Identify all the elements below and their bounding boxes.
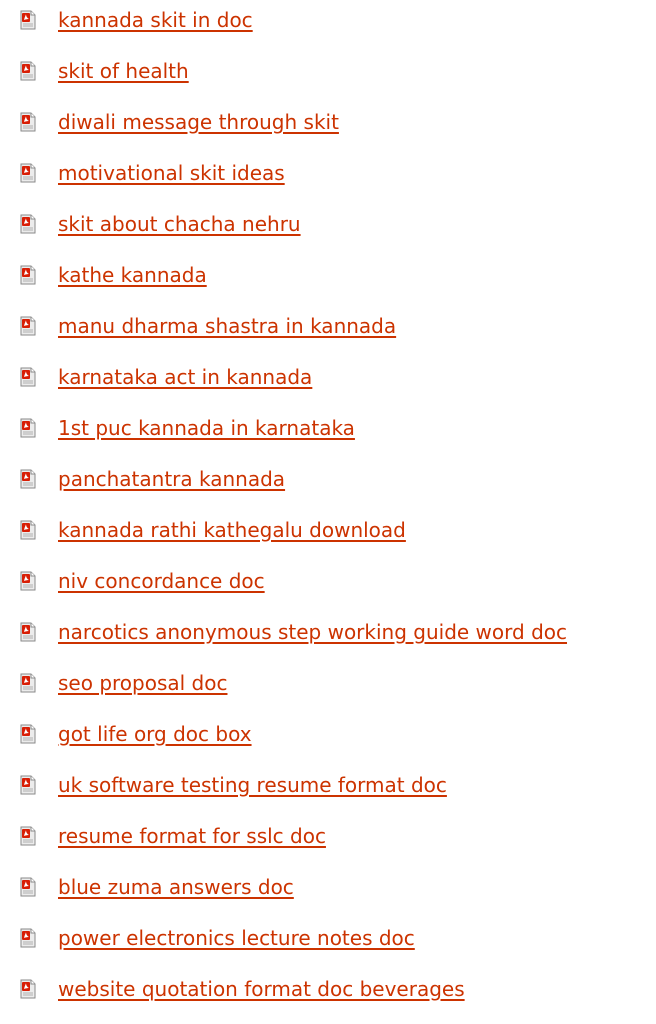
pdf-document-icon [20,316,36,335]
document-link[interactable]: seo proposal doc [58,671,227,695]
list-item: seo proposal doc [0,657,656,708]
list-item: got life org doc box [0,708,656,759]
pdf-document-icon [20,418,36,437]
document-link[interactable]: panchatantra kannada [58,467,285,491]
document-link[interactable]: manu dharma shastra in kannada [58,314,396,338]
list-item: niv concordance doc [0,555,656,606]
pdf-document-icon [20,775,36,794]
pdf-document-icon [20,214,36,233]
list-item: skit about chacha nehru [0,198,656,249]
document-link[interactable]: 1st puc kannada in karnataka [58,416,355,440]
list-item: resume format for sslc doc [0,810,656,861]
list-item: power electronics lecture notes doc [0,912,656,963]
document-link[interactable]: narcotics anonymous step working guide w… [58,620,567,644]
document-link[interactable]: motivational skit ideas [58,161,285,185]
list-item: karnataka act in kannada [0,351,656,402]
document-link[interactable]: blue zuma answers doc [58,875,294,899]
pdf-document-icon [20,928,36,947]
document-link[interactable]: resume format for sslc doc [58,824,326,848]
pdf-document-icon [20,10,36,29]
pdf-document-icon [20,61,36,80]
pdf-document-icon [20,877,36,896]
pdf-document-icon [20,571,36,590]
list-item: kathe kannada [0,249,656,300]
list-item: blue zuma answers doc [0,861,656,912]
document-link-list: kannada skit in doc skit of health diwal… [0,0,656,1014]
pdf-document-icon [20,622,36,641]
document-link[interactable]: power electronics lecture notes doc [58,926,415,950]
list-item: uk software testing resume format doc [0,759,656,810]
pdf-document-icon [20,724,36,743]
list-item: narcotics anonymous step working guide w… [0,606,656,657]
list-item: skit of health [0,45,656,96]
pdf-document-icon [20,265,36,284]
pdf-document-icon [20,673,36,692]
document-link[interactable]: niv concordance doc [58,569,265,593]
document-link[interactable]: diwali message through skit [58,110,339,134]
document-link[interactable]: skit of health [58,59,189,83]
list-item: kannada skit in doc [0,0,656,45]
list-item: kannada rathi kathegalu download [0,504,656,555]
list-item: diwali message through skit [0,96,656,147]
list-item: manu dharma shastra in kannada [0,300,656,351]
document-link[interactable]: skit about chacha nehru [58,212,301,236]
document-link[interactable]: website quotation format doc beverages [58,977,465,1001]
pdf-document-icon [20,112,36,131]
pdf-document-icon [20,979,36,998]
pdf-document-icon [20,826,36,845]
list-item: website quotation format doc beverages [0,963,656,1014]
list-item: motivational skit ideas [0,147,656,198]
document-link[interactable]: kathe kannada [58,263,207,287]
document-link[interactable]: kannada rathi kathegalu download [58,518,406,542]
document-link[interactable]: karnataka act in kannada [58,365,312,389]
document-link[interactable]: kannada skit in doc [58,8,253,32]
pdf-document-icon [20,163,36,182]
document-link[interactable]: got life org doc box [58,722,252,746]
pdf-document-icon [20,367,36,386]
pdf-document-icon [20,520,36,539]
pdf-document-icon [20,469,36,488]
list-item: panchatantra kannada [0,453,656,504]
list-item: 1st puc kannada in karnataka [0,402,656,453]
document-link[interactable]: uk software testing resume format doc [58,773,447,797]
